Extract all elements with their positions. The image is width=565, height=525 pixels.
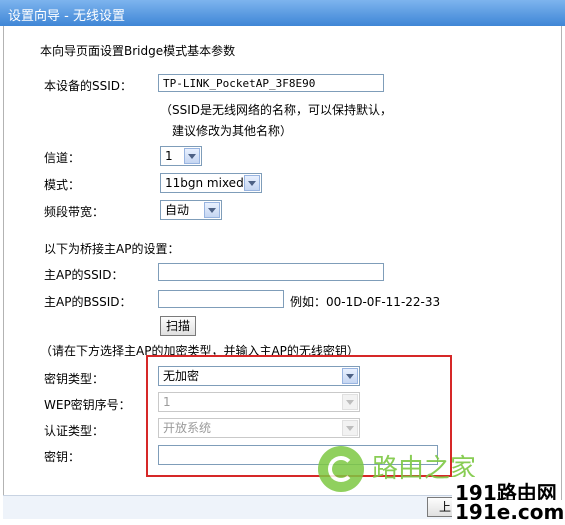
root-ssid-label: 主AP的SSID： bbox=[44, 268, 124, 282]
key-label: 密钥： bbox=[44, 450, 81, 464]
bridge-heading: 以下为桥接主AP的设置： bbox=[44, 242, 180, 256]
key-type-label: 密钥类型： bbox=[44, 372, 105, 386]
scan-button[interactable]: 扫描 bbox=[160, 316, 196, 336]
wep-index-value: 1 bbox=[163, 395, 171, 409]
root-bssid-input[interactable] bbox=[158, 290, 284, 308]
title-bar: 设置向导 - 无线设置 bbox=[0, 0, 565, 26]
auth-type-label: 认证类型： bbox=[44, 424, 105, 438]
ssid-input[interactable]: TP-LINK_PocketAP_3F8E90 bbox=[158, 74, 384, 92]
channel-select[interactable]: 1 bbox=[160, 146, 202, 166]
wep-index-label: WEP密钥序号： bbox=[44, 398, 131, 412]
chevron-down-icon bbox=[244, 175, 260, 191]
bandwidth-select[interactable]: 自动 bbox=[160, 200, 222, 220]
chevron-down-icon bbox=[184, 148, 200, 164]
ssid-hint-line2: 建议修改为其他名称） bbox=[172, 124, 293, 138]
wep-index-select[interactable]: 1 bbox=[158, 392, 360, 412]
auth-type-value: 开放系统 bbox=[163, 421, 212, 435]
chevron-down-icon bbox=[342, 368, 358, 384]
mode-label: 模式： bbox=[44, 178, 81, 192]
watermark-site-line2: 191e.com bbox=[452, 500, 565, 524]
channel-label: 信道： bbox=[44, 151, 81, 165]
key-type-select[interactable]: 无加密 bbox=[158, 366, 360, 386]
chevron-down-icon bbox=[342, 420, 358, 436]
key-type-value: 无加密 bbox=[163, 369, 200, 383]
ssid-hint-line1: （SSID是无线网络的名称，可以保持默认， bbox=[160, 103, 393, 117]
chevron-down-icon bbox=[204, 202, 220, 218]
watermark-logo-icon bbox=[318, 446, 364, 492]
bandwidth-label: 频段带宽： bbox=[44, 205, 105, 219]
root-bssid-label: 主AP的BSSID： bbox=[44, 295, 132, 309]
ssid-label: 本设备的SSID： bbox=[44, 79, 133, 93]
mode-select[interactable]: 11bgn mixed bbox=[160, 173, 262, 193]
page-title: 设置向导 - 无线设置 bbox=[8, 9, 125, 24]
root-ssid-input[interactable] bbox=[158, 263, 384, 281]
mode-value: 11bgn mixed bbox=[165, 176, 244, 190]
intro-text: 本向导页面设置Bridge模式基本参数 bbox=[40, 44, 236, 58]
bandwidth-value: 自动 bbox=[165, 203, 190, 217]
auth-type-select[interactable]: 开放系统 bbox=[158, 418, 360, 438]
chevron-down-icon bbox=[342, 394, 358, 410]
channel-value: 1 bbox=[165, 149, 173, 163]
bssid-example: 例如：00-1D-0F-11-22-33 bbox=[290, 295, 441, 309]
